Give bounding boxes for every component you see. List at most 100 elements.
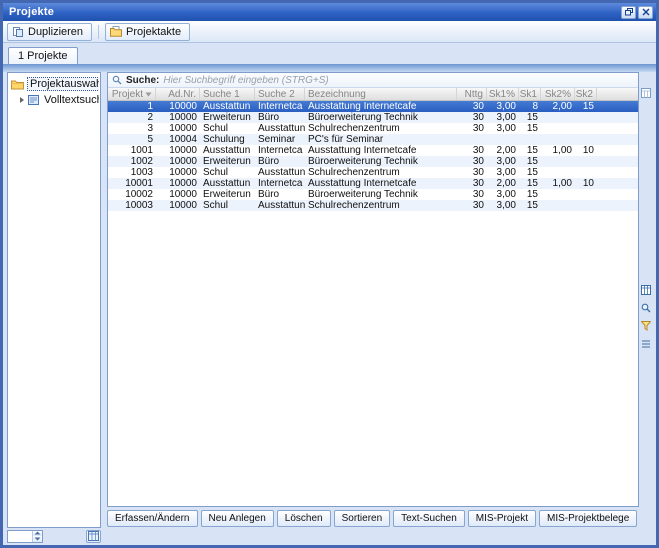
search-icon: [112, 75, 122, 85]
cell-adnr: 10000: [156, 167, 200, 178]
cell-projekt: 5: [108, 134, 156, 145]
table-row[interactable]: 100110000AusstattunInternetcaAusstattung…: [108, 145, 638, 156]
cell-projekt: 10002: [108, 189, 156, 200]
table-row[interactable]: 100210000ErweiterunBüroBüroerweiterung T…: [108, 156, 638, 167]
cell-projekt: 10001: [108, 178, 156, 189]
cell-suche2: Internetca: [255, 145, 305, 156]
cell-suche1: Erweiterun: [200, 189, 255, 200]
table-row[interactable]: 1000210000ErweiterunBüroBüroerweiterung …: [108, 189, 638, 200]
search-label: Suche:: [126, 75, 159, 86]
spinner-buttons: [32, 531, 42, 542]
cell-adnr: 10000: [156, 101, 200, 112]
column-header-label: Ad.Nr.: [168, 89, 196, 100]
grid-view-button[interactable]: [86, 530, 101, 543]
column-header-sk1[interactable]: Sk1: [519, 88, 541, 100]
sort-desc-icon: [145, 92, 152, 97]
table-row[interactable]: 100310000SchulAusstattunSchulrechenzentr…: [108, 167, 638, 178]
column-header-projekt[interactable]: Projekt: [108, 88, 156, 100]
cell-suche2: Ausstattun: [255, 167, 305, 178]
table-row[interactable]: 110000AusstattunInternetcaAusstattung In…: [108, 101, 638, 112]
table-tool-button[interactable]: [640, 284, 652, 296]
column-header-sk2[interactable]: Sk2: [575, 88, 597, 100]
text-suchen-button[interactable]: Text-Suchen: [393, 510, 465, 527]
column-header-adnr[interactable]: Ad.Nr.: [156, 88, 200, 100]
sidebar: ProjektauswahlVolltextsuche: [7, 72, 101, 528]
record-number-input[interactable]: [8, 531, 32, 542]
filter-tool-button[interactable]: [640, 320, 652, 332]
cell-sk1: 15: [519, 145, 541, 156]
mis-projektbelege-button[interactable]: MIS-Projektbelege: [539, 510, 637, 527]
table-row[interactable]: 1000110000AusstattunInternetcaAusstattun…: [108, 178, 638, 189]
table-row[interactable]: 310000SchulAusstattunSchulrechenzentrum3…: [108, 123, 638, 134]
grid-panel: Suche: Projekt Ad.Nr. Suche 1Suche 2Bezeic…: [107, 72, 639, 507]
projektakte-button[interactable]: Projektakte: [105, 23, 190, 41]
cell-bezeichnung: PC's für Seminar: [305, 134, 457, 145]
close-button[interactable]: [638, 6, 653, 19]
search-icon: [112, 75, 122, 85]
cell-projekt: 3: [108, 123, 156, 134]
cell-sk1: 15: [519, 178, 541, 189]
cell-sk1: 8: [519, 101, 541, 112]
cell-suche1: Schulung: [200, 134, 255, 145]
cell-adnr: 10000: [156, 178, 200, 189]
cell-bezeichnung: Büroerweiterung Technik: [305, 112, 457, 123]
cell-sk2: 15: [575, 101, 597, 112]
tab-projekte[interactable]: 1 Projekte: [8, 47, 78, 64]
duplizieren-button[interactable]: Duplizieren: [7, 23, 92, 41]
cell-suche1: Schul: [200, 200, 255, 211]
filter-icon: [641, 321, 651, 331]
main-panel: Suche: Projekt Ad.Nr. Suche 1Suche 2Bezeic…: [107, 72, 652, 528]
cell-projekt: 2: [108, 112, 156, 123]
column-header-suche2[interactable]: Suche 2: [255, 88, 305, 100]
mis-projekt-button[interactable]: MIS-Projekt: [468, 510, 536, 527]
erfassen-aendern-button[interactable]: Erfassen/Ändern: [107, 510, 198, 527]
cell-sk2p: 2,00: [541, 101, 575, 112]
row-filler: [597, 200, 638, 211]
cell-suche2: Büro: [255, 156, 305, 167]
column-header-nttg[interactable]: Nttg: [457, 88, 487, 100]
cell-adnr: 10000: [156, 123, 200, 134]
restore-button[interactable]: [621, 6, 636, 19]
column-header-suche1[interactable]: Suche 1: [200, 88, 255, 100]
grid-header: Projekt Ad.Nr. Suche 1Suche 2Bezeichnung Nt…: [108, 88, 638, 101]
cell-adnr: 10004: [156, 134, 200, 145]
list-icon: [641, 339, 651, 349]
neu-anlegen-button[interactable]: Neu Anlegen: [201, 510, 274, 527]
spinner-down-button[interactable]: [33, 536, 42, 542]
table-row[interactable]: 510004SchulungSeminarPC's für Seminar: [108, 134, 638, 145]
cell-bezeichnung: Ausstattung Internetcafe: [305, 145, 457, 156]
cell-nttg: 30: [457, 200, 487, 211]
sortieren-button[interactable]: Sortieren: [334, 510, 391, 527]
search-input[interactable]: [163, 74, 634, 87]
sidebar-footer: [7, 529, 101, 543]
cell-sk2: 10: [575, 145, 597, 156]
column-header-bezeichnung[interactable]: Bezeichnung: [305, 88, 457, 100]
cell-bezeichnung: Schulrechenzentrum: [305, 200, 457, 211]
column-header-label: Sk1%: [489, 89, 515, 100]
table-row[interactable]: 1000310000SchulAusstattunSchulrechenzent…: [108, 200, 638, 211]
cell-sk1p: 3,00: [487, 156, 519, 167]
list-tool-button[interactable]: [640, 338, 652, 350]
column-header-label: Bezeichnung: [308, 89, 366, 100]
cell-suche1: Erweiterun: [200, 112, 255, 123]
sidebar-item-projektauswahl[interactable]: Projektauswahl: [9, 76, 99, 92]
zoom-tool-button[interactable]: [640, 302, 652, 314]
cell-suche2: Büro: [255, 112, 305, 123]
column-header-sk1p[interactable]: Sk1%: [487, 88, 519, 100]
cell-sk2p: [541, 112, 575, 123]
fulltext-icon: [28, 95, 39, 105]
cell-projekt: 1003: [108, 167, 156, 178]
cell-suche1: Ausstattun: [200, 145, 255, 156]
table-row[interactable]: 210000ErweiterunBüroBüroerweiterung Tech…: [108, 112, 638, 123]
cell-suche2: Internetca: [255, 178, 305, 189]
sidebar-item-volltextsuche[interactable]: Volltextsuche: [9, 92, 99, 108]
cell-suche2: Internetca: [255, 101, 305, 112]
column-chooser-button[interactable]: [640, 87, 652, 99]
grid-tool-group: [640, 284, 652, 350]
cell-sk1: 15: [519, 156, 541, 167]
cell-suche1: Ausstattun: [200, 101, 255, 112]
column-header-sk2p[interactable]: Sk2%: [541, 88, 575, 100]
copy-icon: [12, 26, 24, 38]
spin-down-icon: [34, 537, 41, 541]
loeschen-button[interactable]: Löschen: [277, 510, 331, 527]
